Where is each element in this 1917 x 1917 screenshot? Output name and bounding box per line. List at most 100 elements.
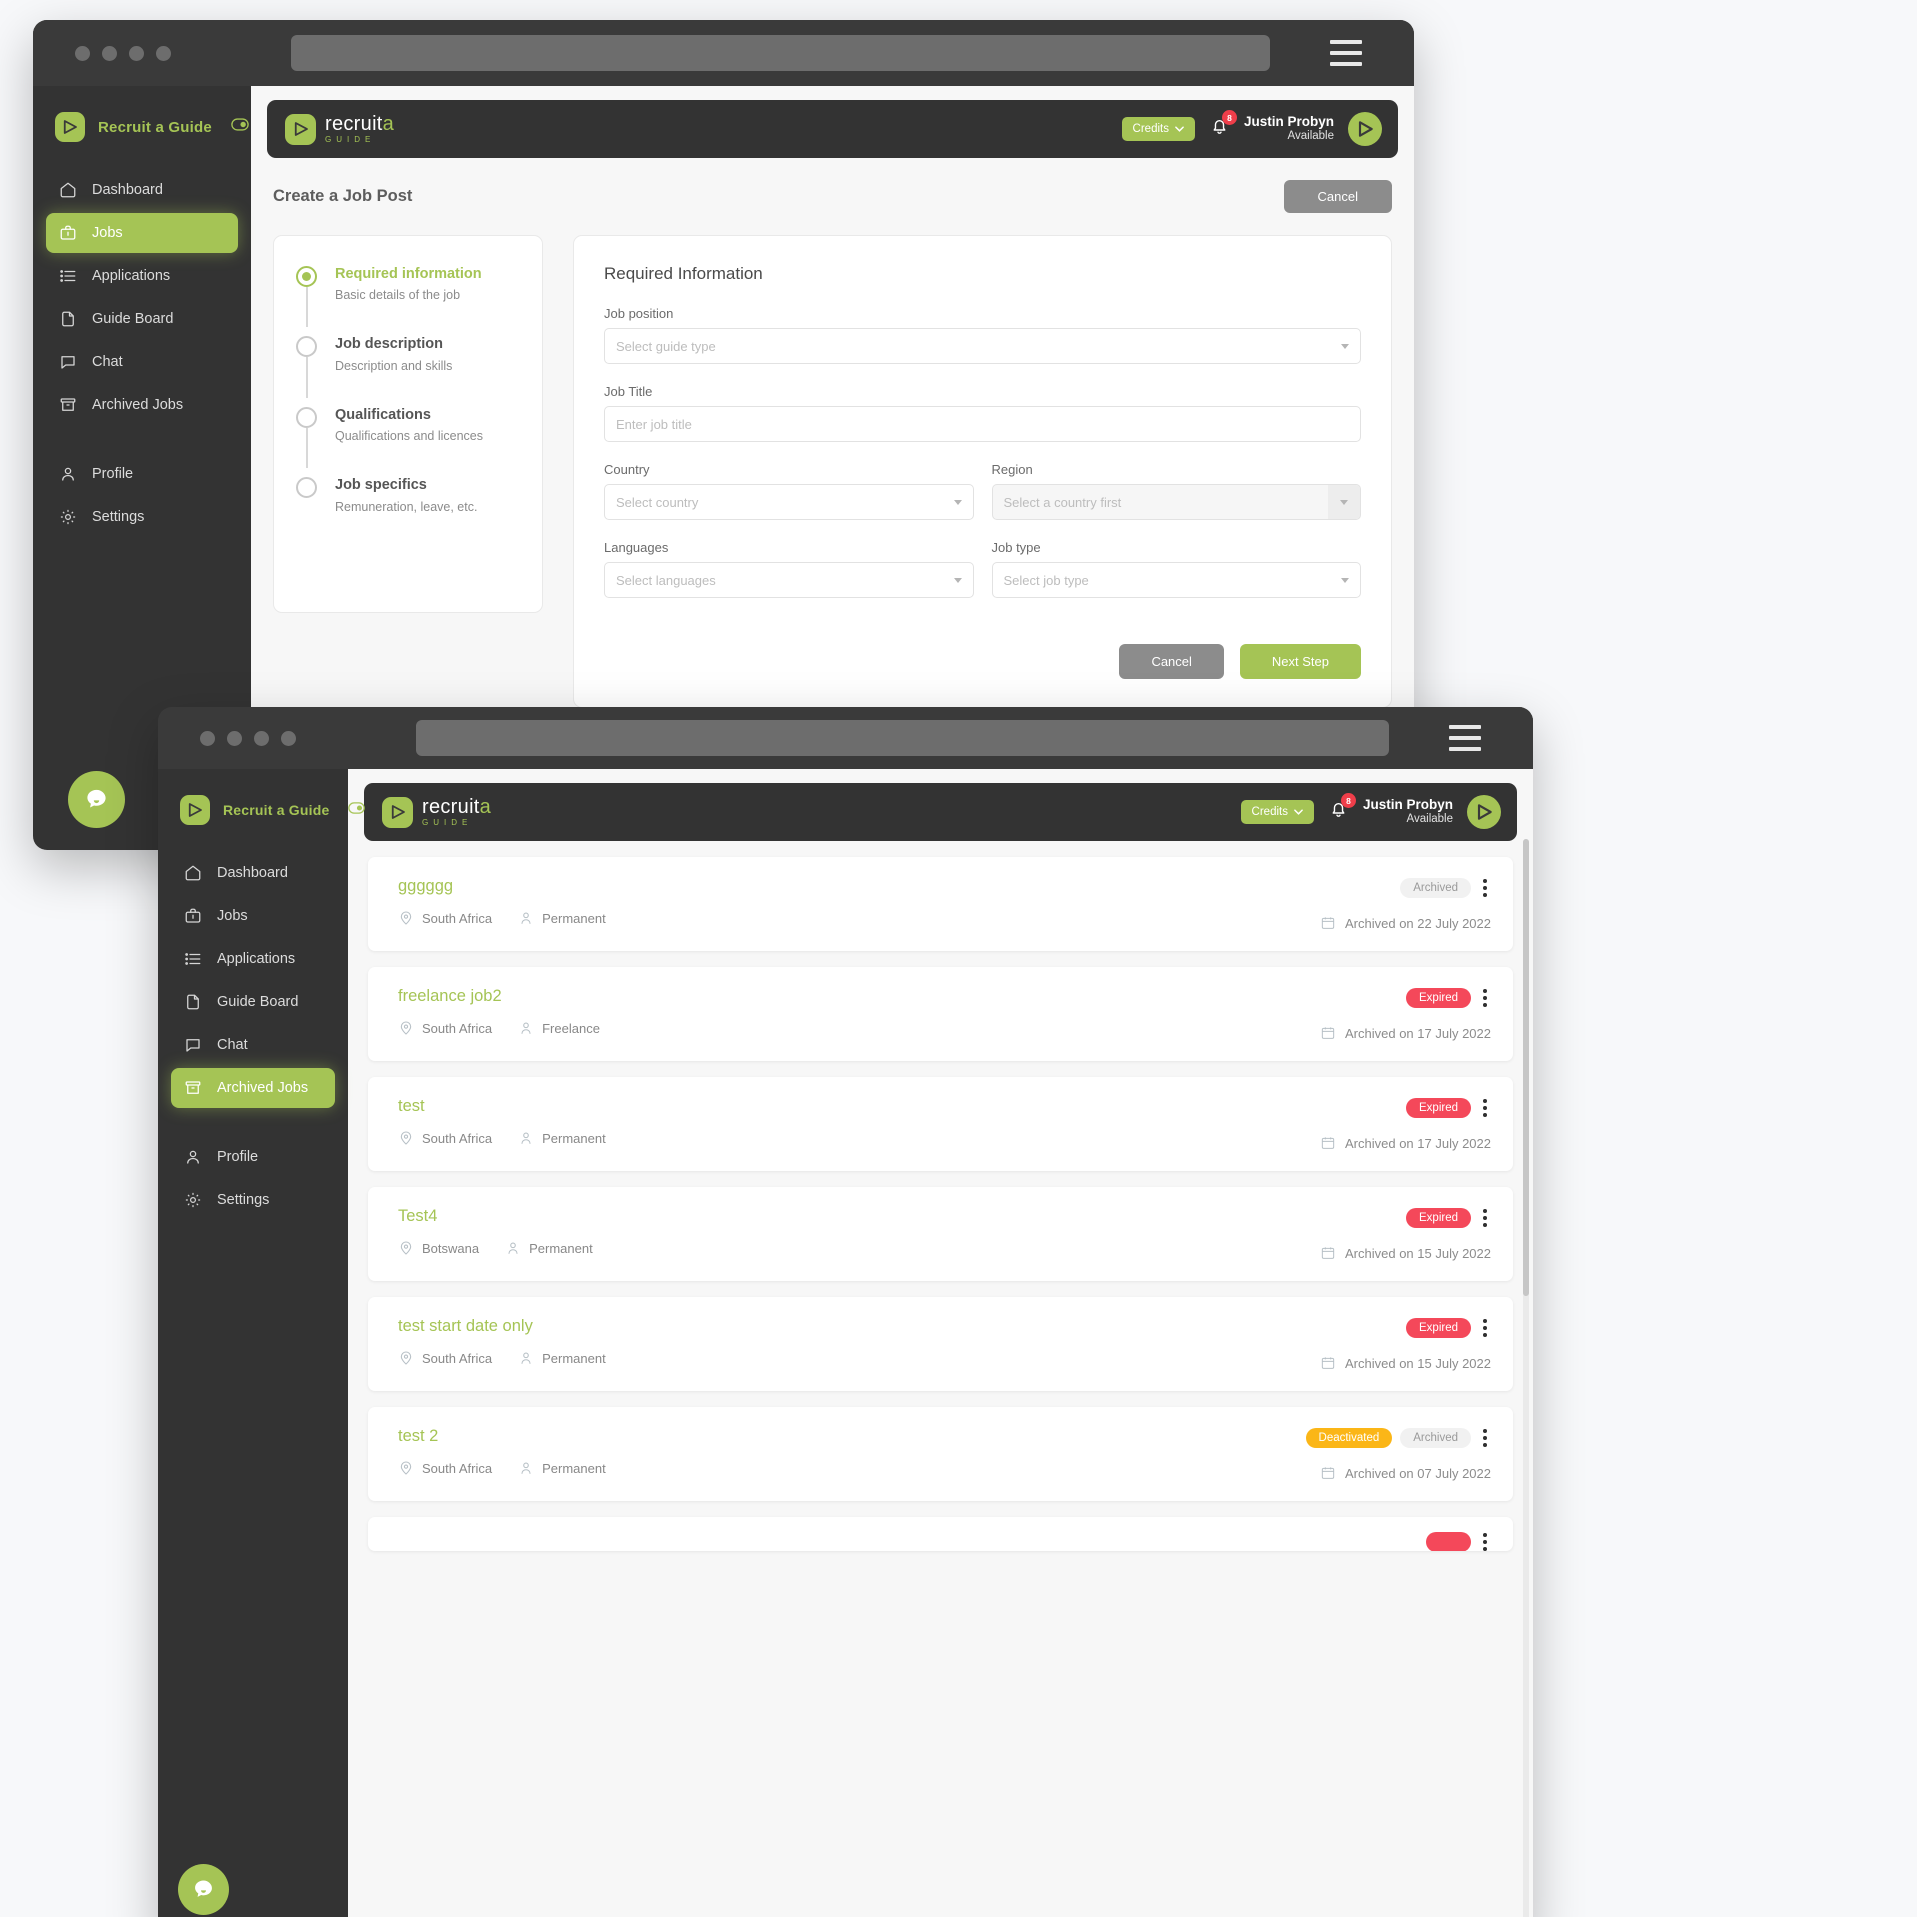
- job-meta: South Africa Permanent: [398, 1460, 606, 1476]
- job-employment-label: Permanent: [542, 1460, 606, 1476]
- sidebar-primary-group-2: Dashboard Jobs Applications Guide Board …: [158, 853, 348, 1108]
- credits-button[interactable]: Credits: [1240, 800, 1314, 824]
- job-actions-menu-icon[interactable]: [1479, 987, 1491, 1009]
- sidebar-divider: [33, 428, 251, 454]
- address-bar[interactable]: [291, 35, 1270, 71]
- scrollbar[interactable]: [1523, 839, 1529, 1917]
- avatar[interactable]: [1348, 112, 1382, 146]
- job-card-left: Test4 Botswana Permanent: [398, 1207, 593, 1256]
- job-actions-menu-icon[interactable]: [1479, 1531, 1491, 1551]
- wizard-step-qualifications[interactable]: Qualifications Qualifications and licenc…: [296, 406, 520, 477]
- field-languages: Languages Select languages: [604, 540, 974, 598]
- window-dot[interactable]: [156, 45, 171, 61]
- collapse-sidebar-icon[interactable]: [231, 118, 249, 136]
- job-card-right: Deactivated Archived Archived on 07 July …: [1305, 1427, 1491, 1481]
- wizard-step-job-description[interactable]: Job description Description and skills: [296, 336, 520, 406]
- sidebar-item-applications[interactable]: Applications: [171, 939, 335, 979]
- sidebar-item-jobs[interactable]: Jobs: [171, 896, 335, 936]
- next-step-button[interactable]: Next Step: [1239, 644, 1361, 679]
- job-card[interactable]: test start date only South Africa Perman…: [368, 1297, 1513, 1391]
- job-title[interactable]: test: [398, 1097, 606, 1116]
- browser-menu-icon[interactable]: [1330, 40, 1362, 66]
- window-dot[interactable]: [200, 730, 215, 746]
- sidebar-item-chat[interactable]: Chat: [171, 1025, 335, 1065]
- step-title: Required information: [335, 266, 482, 282]
- wizard-step-required-information[interactable]: Required information Basic details of th…: [296, 266, 520, 336]
- sidebar-item-dashboard[interactable]: Dashboard: [46, 170, 238, 210]
- chat-support-fab-2[interactable]: [178, 1864, 229, 1915]
- collapse-sidebar-icon[interactable]: [348, 801, 366, 819]
- archive-icon: [183, 1079, 202, 1098]
- window-controls-2[interactable]: [200, 730, 296, 746]
- sidebar-item-settings[interactable]: Settings: [46, 497, 238, 537]
- country-select[interactable]: Select country: [604, 484, 974, 520]
- user-info[interactable]: Justin Probyn Available: [1363, 797, 1453, 827]
- job-title[interactable]: Test4: [398, 1207, 593, 1226]
- sidebar-item-label: Applications: [92, 268, 171, 284]
- brand-block[interactable]: Recruit a Guide: [33, 112, 251, 142]
- sidebar-item-settings[interactable]: Settings: [171, 1180, 335, 1220]
- wizard-step-job-specifics[interactable]: Job specifics Remuneration, leave, etc.: [296, 477, 520, 514]
- cancel-top-button[interactable]: Cancel: [1283, 180, 1392, 213]
- job-location-label: South Africa: [422, 910, 493, 926]
- sidebar-item-guide-board[interactable]: Guide Board: [171, 982, 335, 1022]
- sidebar-item-profile[interactable]: Profile: [171, 1137, 335, 1177]
- job-position-select[interactable]: Select guide type: [604, 328, 1361, 364]
- address-bar[interactable]: [416, 720, 1389, 756]
- job-card[interactable]: gggggg South Africa Permanent Archived A…: [368, 857, 1513, 951]
- chevron-down-icon: [1341, 577, 1349, 583]
- status-badge: Archived: [1400, 878, 1471, 898]
- sidebar-item-applications[interactable]: Applications: [46, 256, 238, 296]
- window-dot[interactable]: [227, 730, 242, 746]
- sidebar-item-chat[interactable]: Chat: [46, 342, 238, 382]
- calendar-icon: [1321, 1357, 1335, 1369]
- job-card[interactable]: [368, 1517, 1513, 1551]
- location-pin-icon: [400, 1131, 412, 1145]
- app-logo-block-2[interactable]: recruita GUIDE: [382, 796, 491, 828]
- job-actions-menu-icon[interactable]: [1479, 1317, 1491, 1339]
- chat-support-fab-1[interactable]: [68, 771, 125, 828]
- job-card[interactable]: test South Africa Permanent Expired Arch…: [368, 1077, 1513, 1171]
- app-logo-block-1[interactable]: recruita GUIDE: [285, 113, 394, 145]
- job-actions-menu-icon[interactable]: [1479, 877, 1491, 899]
- window-controls-1[interactable]: [75, 45, 171, 61]
- notifications-button[interactable]: 8: [1328, 793, 1356, 825]
- job-type-select[interactable]: Select job type: [991, 562, 1361, 598]
- browser-menu-icon[interactable]: [1449, 725, 1481, 751]
- sidebar-item-guide-board[interactable]: Guide Board: [46, 299, 238, 339]
- notifications-button[interactable]: 8: [1209, 110, 1237, 142]
- job-title[interactable]: freelance job2: [398, 987, 600, 1006]
- window-dot[interactable]: [102, 45, 117, 61]
- window-dot[interactable]: [281, 730, 296, 746]
- job-card[interactable]: freelance job2 South Africa Freelance Ex…: [368, 967, 1513, 1061]
- sidebar-item-archived-jobs[interactable]: Archived Jobs: [46, 385, 238, 425]
- window-dot[interactable]: [75, 45, 90, 61]
- cancel-button[interactable]: Cancel: [1119, 644, 1224, 679]
- employment-type-icon: [521, 1352, 531, 1364]
- sidebar-primary-group-1: Dashboard Jobs Applications Guide Board …: [33, 170, 251, 425]
- window-dot[interactable]: [129, 45, 144, 61]
- sidebar-item-archived-jobs[interactable]: Archived Jobs: [171, 1068, 335, 1108]
- region-select[interactable]: Select a country first: [991, 484, 1361, 520]
- sidebar-item-profile[interactable]: Profile: [46, 454, 238, 494]
- sidebar-item-dashboard[interactable]: Dashboard: [171, 853, 335, 893]
- job-title[interactable]: test start date only: [398, 1317, 606, 1336]
- job-title[interactable]: test 2: [398, 1427, 606, 1446]
- brand-block[interactable]: Recruit a Guide: [158, 795, 366, 825]
- job-actions-menu-icon[interactable]: [1479, 1097, 1491, 1119]
- job-card[interactable]: Test4 Botswana Permanent Expired Archive…: [368, 1187, 1513, 1281]
- avatar[interactable]: [1467, 795, 1501, 829]
- chevron-down-icon: [1328, 485, 1360, 519]
- job-title[interactable]: gggggg: [398, 877, 606, 896]
- job-actions-menu-icon[interactable]: [1479, 1427, 1491, 1449]
- job-actions-menu-icon[interactable]: [1479, 1207, 1491, 1229]
- job-title[interactable]: [398, 1531, 403, 1550]
- sidebar-item-jobs[interactable]: Jobs: [46, 213, 238, 253]
- credits-button[interactable]: Credits: [1121, 117, 1195, 141]
- job-card[interactable]: test 2 South Africa Permanent Deactivate…: [368, 1407, 1513, 1501]
- browser-window-archived-jobs: Recruit a Guide Dashboard Jobs Applicati…: [158, 707, 1533, 1917]
- job-title-input[interactable]: Enter job title: [604, 406, 1361, 442]
- window-dot[interactable]: [254, 730, 269, 746]
- user-info[interactable]: Justin Probyn Available: [1244, 114, 1334, 144]
- languages-select[interactable]: Select languages: [604, 562, 974, 598]
